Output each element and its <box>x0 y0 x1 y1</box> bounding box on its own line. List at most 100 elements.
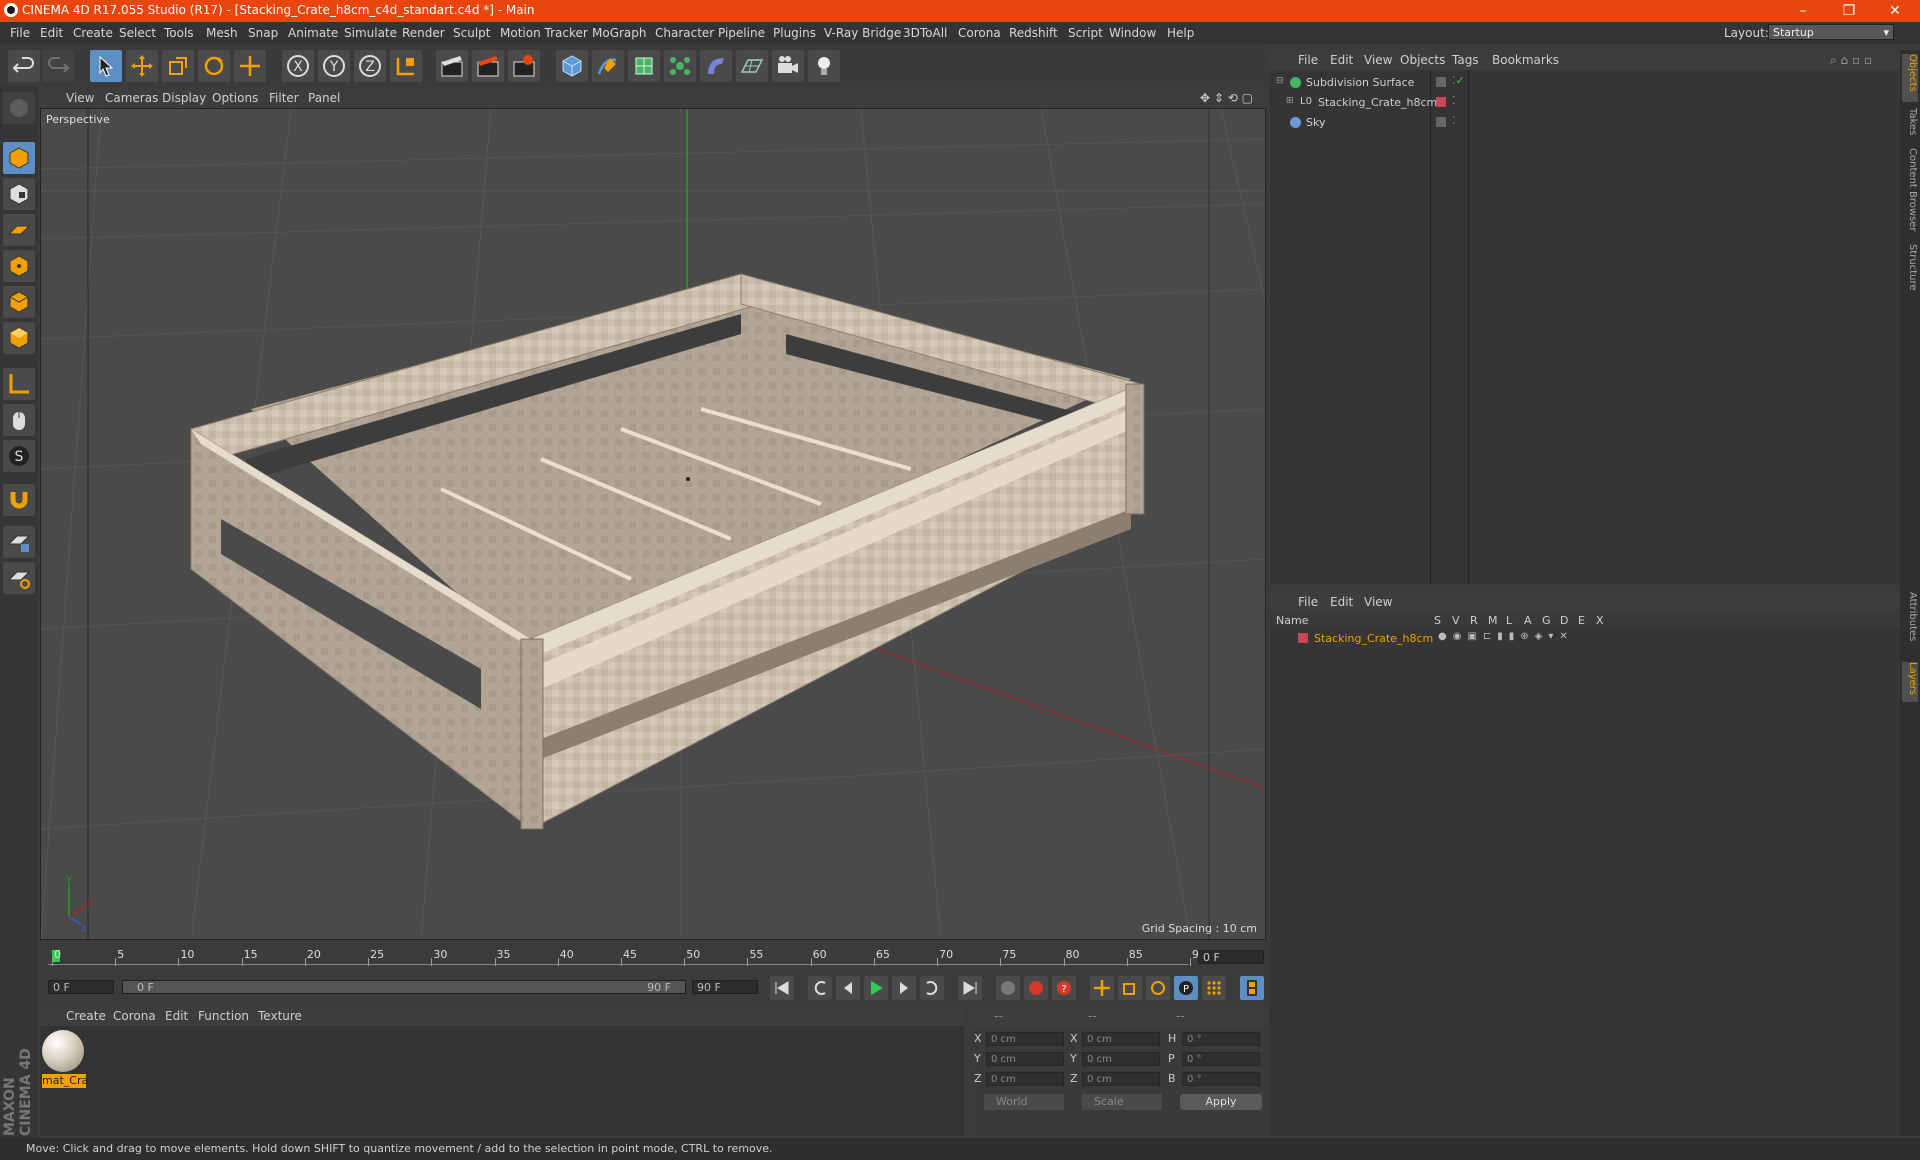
tree-collapse-icon[interactable]: ⊟ <box>1276 76 1284 86</box>
rotation-b-field[interactable]: 0 ° <box>1182 1072 1260 1086</box>
menu-edit[interactable]: Edit <box>40 26 63 40</box>
previous-key-button[interactable] <box>808 976 832 1000</box>
menu-animate[interactable]: Animate <box>288 26 338 40</box>
add-floor-button[interactable] <box>736 50 768 82</box>
menu-script[interactable]: Script <box>1068 26 1103 40</box>
object-menu-bookmarks[interactable]: Bookmarks <box>1492 53 1559 67</box>
coordinate-mode-select[interactable]: World <box>984 1094 1064 1110</box>
render-view-button[interactable] <box>436 50 468 82</box>
key-rotation-button[interactable] <box>1146 976 1170 1000</box>
tweak-mode-button[interactable] <box>3 404 35 436</box>
menu-mesh[interactable]: Mesh <box>206 26 238 40</box>
object-name[interactable]: Subdivision Surface <box>1306 76 1414 89</box>
layout-select[interactable]: Startup ▾ <box>1768 24 1894 40</box>
menu-help[interactable]: Help <box>1167 26 1194 40</box>
viewport-menu-options[interactable]: Options <box>212 91 258 105</box>
material-menu-function[interactable]: Function <box>198 1009 249 1023</box>
layer-menu-view[interactable]: View <box>1364 595 1392 609</box>
enabled-check-icon[interactable]: ⁚✓ <box>1452 74 1465 87</box>
layer-color-swatch[interactable] <box>1436 97 1446 107</box>
tab-takes[interactable]: Takes <box>1902 108 1918 144</box>
play-button[interactable] <box>864 976 888 1000</box>
redo-button[interactable] <box>42 50 74 82</box>
object-menu-view[interactable]: View <box>1364 53 1392 67</box>
object-row-sky[interactable]: Sky ⁚ <box>1272 114 1898 132</box>
menu-pipeline[interactable]: Pipeline <box>718 26 765 40</box>
add-cube-button[interactable] <box>556 50 588 82</box>
key-parameter-button[interactable]: P <box>1174 976 1198 1000</box>
add-spline-button[interactable] <box>592 50 624 82</box>
menu-corona[interactable]: Corona <box>958 26 1001 40</box>
menu-character[interactable]: Character <box>655 26 714 40</box>
tab-layers[interactable]: Layers <box>1902 662 1918 702</box>
live-selection-button[interactable] <box>90 50 122 82</box>
points-mode-button[interactable] <box>3 250 35 282</box>
viewport-menu-view[interactable]: View <box>66 91 94 105</box>
object-menu-file[interactable]: File <box>1298 53 1318 67</box>
add-deformer-button[interactable] <box>700 50 732 82</box>
move-tool-button[interactable] <box>126 50 158 82</box>
tab-structure[interactable]: Structure <box>1902 244 1918 300</box>
polygons-mode-button[interactable] <box>3 322 35 354</box>
layer-color-swatch[interactable] <box>1298 633 1308 643</box>
menu-redshift[interactable]: Redshift <box>1009 26 1058 40</box>
menu-plugins[interactable]: Plugins <box>773 26 816 40</box>
viewport-navigation-icons[interactable]: ✥ ⇕ ⟲ ▢ <box>1200 91 1253 105</box>
x-axis-lock-button[interactable]: X <box>282 50 314 82</box>
make-editable-button[interactable] <box>3 92 35 124</box>
rotate-tool-button[interactable] <box>198 50 230 82</box>
model-mode-button[interactable] <box>3 142 35 174</box>
menu-window[interactable]: Window <box>1109 26 1156 40</box>
object-menu-tags[interactable]: Tags <box>1452 53 1479 67</box>
menu-create[interactable]: Create <box>73 26 113 40</box>
perspective-viewport[interactable]: y x z Perspective Grid Spacing : 10 cm <box>40 108 1266 940</box>
render-picture-viewer-button[interactable] <box>472 50 504 82</box>
add-camera-button[interactable] <box>772 50 804 82</box>
layer-name[interactable]: Stacking_Crate_h8cm <box>1314 632 1433 645</box>
material-menu-corona[interactable]: Corona <box>113 1009 156 1023</box>
next-key-button[interactable] <box>920 976 944 1000</box>
menu-motion-tracker[interactable]: Motion Tracker <box>500 26 588 40</box>
layer-tag-icon[interactable] <box>1436 77 1446 87</box>
restore-button[interactable]: ❐ <box>1826 0 1872 22</box>
start-frame-field[interactable]: 0 F <box>48 980 114 994</box>
key-position-button[interactable] <box>1090 976 1114 1000</box>
workplane-mode-button[interactable] <box>3 214 35 246</box>
rotation-h-field[interactable]: 0 ° <box>1182 1032 1260 1046</box>
visibility-dots-icon[interactable]: ⁚ <box>1452 114 1456 127</box>
object-name[interactable]: Sky <box>1306 116 1325 129</box>
record-motion-button[interactable] <box>996 976 1020 1000</box>
y-axis-lock-button[interactable]: Y <box>318 50 350 82</box>
add-light-button[interactable] <box>808 50 840 82</box>
transform-mode-select[interactable]: Scale <box>1082 1094 1162 1110</box>
transform-tool-button[interactable] <box>234 50 266 82</box>
tree-expand-icon[interactable]: ⊞ <box>1286 96 1294 106</box>
menu-3dtoall[interactable]: 3DToAll <box>903 26 947 40</box>
locked-workplane-button[interactable] <box>3 526 35 558</box>
menu-select[interactable]: Select <box>119 26 156 40</box>
close-button[interactable]: ✕ <box>1872 0 1918 22</box>
position-x-field[interactable]: 0 cm <box>986 1032 1064 1046</box>
material-menu-create[interactable]: Create <box>66 1009 106 1023</box>
timeline[interactable]: 051015202530354045505560657075808590 <box>40 946 1268 972</box>
menu-render[interactable]: Render <box>402 26 445 40</box>
menu-tools[interactable]: Tools <box>164 26 194 40</box>
viewport-menu-filter[interactable]: Filter <box>269 91 299 105</box>
tab-content-browser[interactable]: Content Browser <box>1902 148 1918 238</box>
material-name-label[interactable]: mat_Cra <box>42 1074 88 1088</box>
tab-attributes[interactable]: Attributes <box>1902 592 1918 656</box>
edges-mode-button[interactable] <box>3 286 35 318</box>
visibility-dots-icon[interactable]: ⁚ <box>1452 94 1456 107</box>
snapping-button[interactable]: S <box>3 440 35 472</box>
size-y-field[interactable]: 0 cm <box>1082 1052 1160 1066</box>
material-menu-texture[interactable]: Texture <box>258 1009 302 1023</box>
autokeying-button[interactable]: ? <box>1052 976 1076 1000</box>
z-axis-lock-button[interactable]: Z <box>354 50 386 82</box>
size-x-field[interactable]: 0 cm <box>1082 1032 1160 1046</box>
layer-toggle-icons[interactable]: ●◉▣⊏▮▮⊕◈▾✕ <box>1438 631 1574 642</box>
position-z-field[interactable]: 0 cm <box>986 1072 1064 1086</box>
scale-tool-button[interactable] <box>162 50 194 82</box>
next-frame-button[interactable] <box>892 976 916 1000</box>
frame-range-slider[interactable]: 0 F 90 F <box>122 980 686 994</box>
timeline-window-button[interactable] <box>1240 976 1264 1000</box>
